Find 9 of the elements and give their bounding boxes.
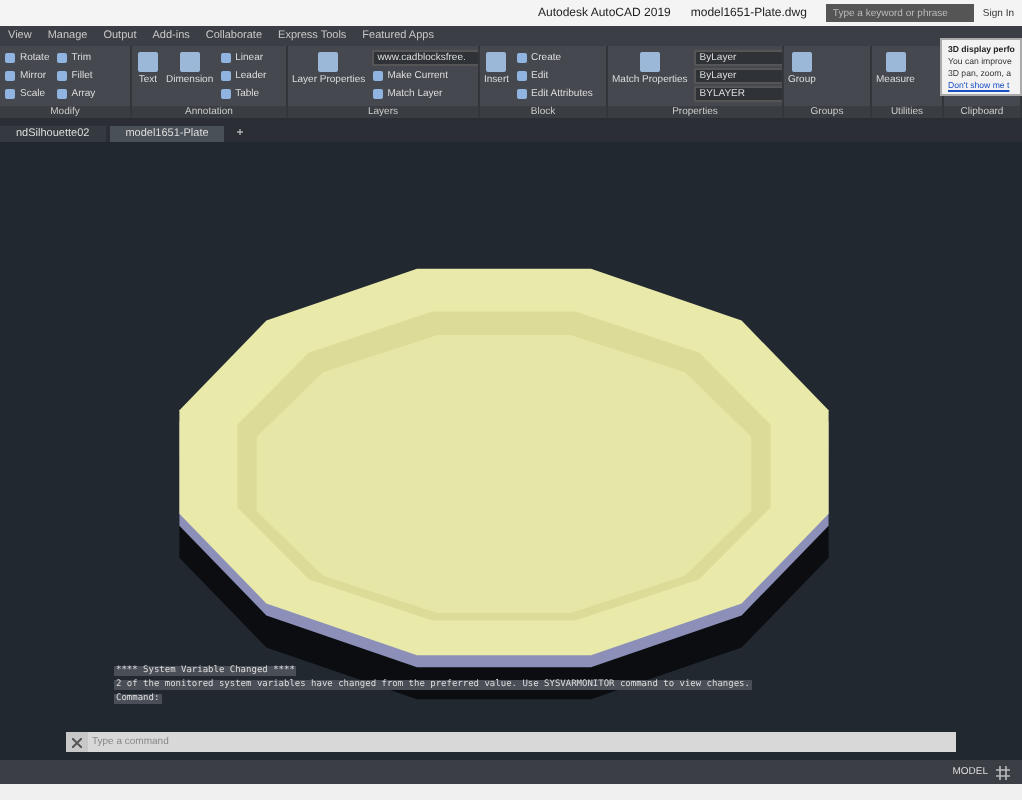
close-icon[interactable] bbox=[72, 737, 82, 747]
tool-icon bbox=[316, 50, 341, 74]
tool-icon bbox=[883, 50, 908, 74]
tool-icon bbox=[637, 50, 662, 74]
tool-icon bbox=[177, 50, 202, 74]
grid-icon[interactable] bbox=[996, 765, 1010, 779]
tool-icon bbox=[789, 50, 814, 74]
tool-icon bbox=[136, 50, 160, 74]
tool-icon bbox=[484, 50, 509, 74]
